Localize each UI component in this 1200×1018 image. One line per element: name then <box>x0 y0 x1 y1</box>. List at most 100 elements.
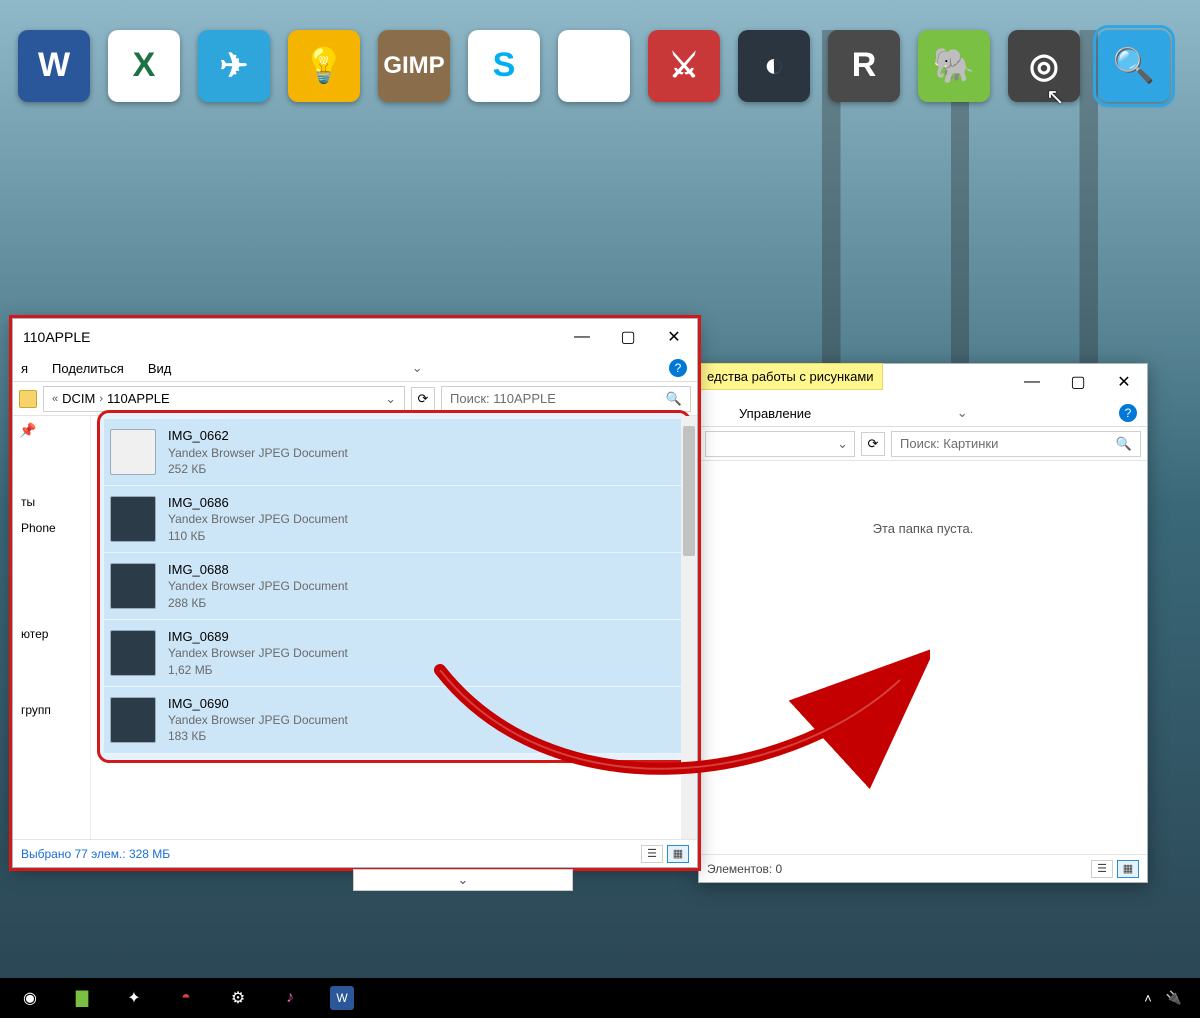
status-bar-110apple: Выбрано 77 элем.: 328 МБ ☰ ▦ <box>13 839 697 867</box>
file-type: Yandex Browser JPEG Document <box>168 511 348 527</box>
file-thumbnail <box>110 429 156 475</box>
sidebar-item-computer[interactable]: ютер <box>19 621 84 647</box>
ribbon-tabs-110apple: я Поделиться Вид ⌄ ? <box>13 355 697 382</box>
file-meta: IMG_0662 Yandex Browser JPEG Document 25… <box>168 427 348 477</box>
search-placeholder: Поиск: Картинки <box>900 436 998 451</box>
maximize-button[interactable]: ▢ <box>605 319 651 355</box>
search-app-icon[interactable]: 🔍 <box>1098 30 1170 102</box>
taskbar-gimp-icon[interactable]: ✦ <box>122 986 146 1010</box>
file-name: IMG_0686 <box>168 494 348 512</box>
file-item[interactable]: IMG_0662 Yandex Browser JPEG Document 25… <box>104 419 684 486</box>
file-item[interactable]: IMG_0688 Yandex Browser JPEG Document 28… <box>104 553 684 620</box>
window-title: 110APPLE <box>23 329 90 345</box>
close-button[interactable]: ✕ <box>1101 364 1147 400</box>
file-item[interactable]: IMG_0686 Yandex Browser JPEG Document 11… <box>104 486 684 553</box>
folder-icon <box>19 390 37 408</box>
excel-icon[interactable]: X <box>108 30 180 102</box>
scrollbar-thumb[interactable] <box>683 426 695 556</box>
titlebar-110apple[interactable]: 110APPLE — ▢ ✕ <box>13 319 697 355</box>
taskbar-word-icon[interactable]: W <box>330 986 354 1010</box>
body-pictures: Эта папка пуста. <box>699 461 1147 854</box>
manage-tab[interactable]: Управление <box>739 406 811 421</box>
tab-home[interactable]: я <box>21 361 28 376</box>
explorer-window-pictures[interactable]: едства работы с рисунками — ▢ ✕ Управлен… <box>698 363 1148 883</box>
taskbar[interactable]: ◉ ▇ ✦ ◓ ⚙ ♪ W ˄ 🔌 <box>0 978 1200 1018</box>
search-input-pictures[interactable]: Поиск: Картинки 🔍 <box>891 431 1141 457</box>
tray-power-icon[interactable]: 🔌 <box>1166 990 1182 1006</box>
file-meta: IMG_0690 Yandex Browser JPEG Document 18… <box>168 695 348 745</box>
file-size: 183 КБ <box>168 728 348 744</box>
breadcrumb-back-icon: « <box>52 393 58 405</box>
details-view-icon[interactable]: ☰ <box>1091 860 1113 878</box>
breadcrumb-dropdown-icon[interactable]: ⌄ <box>385 391 396 407</box>
breadcrumb-pictures[interactable]: ⌄ <box>705 431 855 457</box>
breadcrumb-segment-110apple[interactable]: 110APPLE <box>107 391 170 406</box>
help-icon[interactable]: ? <box>1119 404 1137 422</box>
taskbar-itunes-icon[interactable]: ♪ <box>278 986 302 1010</box>
file-item[interactable]: IMG_0690 Yandex Browser JPEG Document 18… <box>104 687 684 754</box>
explorer-window-110apple[interactable]: 110APPLE — ▢ ✕ я Поделиться Вид ⌄ ? « DC… <box>12 318 698 868</box>
breadcrumb-dropdown-icon[interactable]: ⌄ <box>837 436 848 452</box>
ribbon-collapse-icon[interactable]: ⌄ <box>957 405 968 421</box>
file-meta: IMG_0689 Yandex Browser JPEG Document 1,… <box>168 628 348 678</box>
file-meta: IMG_0688 Yandex Browser JPEG Document 28… <box>168 561 348 611</box>
breadcrumb-segment-dcim[interactable]: DCIM <box>62 391 95 406</box>
maximize-button[interactable]: ▢ <box>1055 364 1101 400</box>
file-thumbnail <box>110 496 156 542</box>
refresh-button[interactable]: ⟳ <box>411 387 435 411</box>
gimp-icon[interactable]: GIMP <box>378 30 450 102</box>
vertical-scrollbar[interactable] <box>681 416 697 839</box>
close-button[interactable]: ✕ <box>651 319 697 355</box>
taskbar-settings-icon[interactable]: ⚙ <box>226 986 250 1010</box>
file-pane[interactable]: IMG_0662 Yandex Browser JPEG Document 25… <box>91 416 697 839</box>
help-icon[interactable]: ? <box>669 359 687 377</box>
tab-view[interactable]: Вид <box>148 361 172 376</box>
body-110apple: 📌 ты Phone ютер групп IMG_0662 Yandex Br… <box>13 416 697 839</box>
minimize-button[interactable]: — <box>1009 364 1055 400</box>
file-item[interactable]: IMG_0689 Yandex Browser JPEG Document 1,… <box>104 620 684 687</box>
sidebar-item-phone[interactable]: Phone <box>19 515 84 541</box>
thumbnails-view-icon[interactable]: ▦ <box>1117 860 1139 878</box>
navigation-sidebar[interactable]: 📌 ты Phone ютер групп <box>13 416 91 839</box>
word-icon[interactable]: W <box>18 30 90 102</box>
skype-icon[interactable]: S <box>468 30 540 102</box>
breadcrumb[interactable]: « DCIM › 110APPLE ⌄ <box>43 386 405 412</box>
dropdown-chip[interactable]: ⌄ <box>353 869 573 891</box>
evernote-icon[interactable]: 🐘 <box>918 30 990 102</box>
cursor-icon: ↖ <box>1046 84 1064 110</box>
tray-expand-icon[interactable]: ˄ <box>1144 991 1152 1006</box>
details-view-icon[interactable]: ☰ <box>641 845 663 863</box>
taskbar-game-icon[interactable]: ◓ <box>174 986 198 1010</box>
file-name: IMG_0689 <box>168 628 348 646</box>
chrome-icon[interactable]: ◉ <box>558 30 630 102</box>
file-meta: IMG_0686 Yandex Browser JPEG Document 11… <box>168 494 348 544</box>
file-thumbnail <box>110 630 156 676</box>
search-placeholder: Поиск: 110APPLE <box>450 391 556 406</box>
telegram-icon[interactable]: ✈ <box>198 30 270 102</box>
window-controls: — ▢ ✕ <box>559 319 697 355</box>
empty-folder-message: Эта папка пуста. <box>699 461 1147 596</box>
dark-app-icon[interactable]: ◎ <box>1008 30 1080 102</box>
game-icon[interactable]: ⚔ <box>648 30 720 102</box>
tab-share[interactable]: Поделиться <box>52 361 124 376</box>
r-icon[interactable]: R <box>828 30 900 102</box>
status-text-pictures: Элементов: 0 <box>707 862 782 876</box>
keep-icon[interactable]: 💡 <box>288 30 360 102</box>
taskbar-evernote-icon[interactable]: ▇ <box>70 986 94 1010</box>
search-input[interactable]: Поиск: 110APPLE 🔍 <box>441 386 691 412</box>
status-text: Выбрано 77 элем.: 328 МБ <box>21 847 170 861</box>
window-controls: — ▢ ✕ <box>1009 364 1147 400</box>
sidebar-item-1[interactable]: ты <box>19 489 84 515</box>
minimize-button[interactable]: — <box>559 319 605 355</box>
ribbon-collapse-icon[interactable]: ⌄ <box>412 360 423 376</box>
sidebar-item-group[interactable]: групп <box>19 697 84 723</box>
refresh-button[interactable]: ⟳ <box>861 432 885 456</box>
steam-icon[interactable]: ◐ <box>738 30 810 102</box>
pin-icon[interactable]: 📌 <box>19 422 84 439</box>
taskbar-chrome-icon[interactable]: ◉ <box>18 986 42 1010</box>
file-type: Yandex Browser JPEG Document <box>168 578 348 594</box>
taskbar-tray[interactable]: ˄ 🔌 <box>1144 990 1182 1006</box>
picture-tools-tab[interactable]: едства работы с рисунками <box>698 363 883 390</box>
thumbnails-view-icon[interactable]: ▦ <box>667 845 689 863</box>
file-name: IMG_0662 <box>168 427 348 445</box>
